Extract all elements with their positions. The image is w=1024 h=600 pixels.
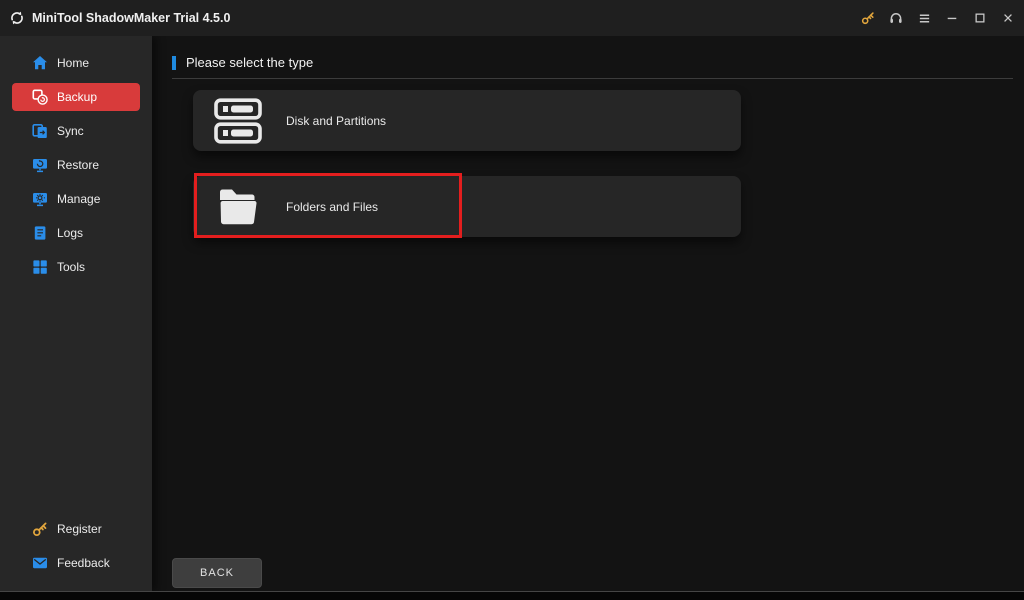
home-icon — [32, 55, 48, 71]
sync-icon — [32, 123, 48, 139]
card-label: Disk and Partitions — [286, 114, 386, 128]
card-folders-and-files[interactable]: Folders and Files — [193, 176, 741, 237]
titlebar: MiniTool ShadowMaker Trial 4.5.0 — [0, 0, 1024, 36]
app-window: MiniTool ShadowMaker Trial 4.5.0 — [0, 0, 1024, 600]
sidebar-item-tools[interactable]: Tools — [12, 253, 140, 281]
sidebar-item-sync[interactable]: Sync — [12, 117, 140, 145]
key-icon — [32, 521, 48, 537]
sidebar-item-label: Backup — [57, 90, 97, 104]
sidebar-item-logs[interactable]: Logs — [12, 219, 140, 247]
tools-icon — [32, 259, 48, 275]
sidebar-item-label: Logs — [57, 226, 83, 240]
maximize-icon[interactable] — [966, 0, 994, 36]
disk-icon — [212, 98, 264, 144]
sidebar-item-label: Register — [57, 522, 102, 536]
window-title: MiniTool ShadowMaker Trial 4.5.0 — [32, 11, 230, 25]
sidebar-item-label: Tools — [57, 260, 85, 274]
card-disk-and-partitions[interactable]: Disk and Partitions — [193, 90, 741, 151]
manage-icon — [32, 191, 48, 207]
sidebar-item-label: Restore — [57, 158, 99, 172]
sidebar-item-feedback[interactable]: Feedback — [12, 549, 140, 577]
backup-icon — [32, 89, 48, 105]
headset-icon[interactable] — [882, 0, 910, 36]
sidebar-item-home[interactable]: Home — [12, 49, 140, 77]
titlebar-controls — [854, 0, 1022, 36]
main-content: Please select the type D — [152, 36, 1024, 592]
sidebar-item-register[interactable]: Register — [12, 515, 140, 543]
app-logo-icon — [9, 10, 25, 26]
restore-icon — [32, 157, 48, 173]
card-label: Folders and Files — [286, 200, 378, 214]
page-header: Please select the type — [172, 55, 313, 70]
sidebar-item-backup[interactable]: Backup — [12, 83, 140, 111]
minimize-icon[interactable] — [938, 0, 966, 36]
folder-icon — [212, 186, 264, 228]
sidebar-item-restore[interactable]: Restore — [12, 151, 140, 179]
sidebar-item-label: Feedback — [57, 556, 110, 570]
close-icon[interactable] — [994, 0, 1022, 36]
key-icon[interactable] — [854, 0, 882, 36]
sidebar-nav: Home Backup — [0, 36, 152, 281]
back-button[interactable]: BACK — [172, 558, 262, 588]
sidebar-item-label: Manage — [57, 192, 100, 206]
page-title: Please select the type — [186, 55, 313, 70]
sidebar-item-manage[interactable]: Manage — [12, 185, 140, 213]
sidebar-item-label: Sync — [57, 124, 84, 138]
sidebar-bottom: Register Feedback — [0, 515, 152, 583]
header-divider — [172, 78, 1013, 79]
sidebar-item-label: Home — [57, 56, 89, 70]
mail-icon — [32, 555, 48, 571]
heading-accent-bar — [172, 56, 176, 70]
logs-icon — [32, 225, 48, 241]
window-bottom-edge — [0, 591, 1024, 600]
sidebar: Home Backup — [0, 36, 152, 592]
menu-icon[interactable] — [910, 0, 938, 36]
